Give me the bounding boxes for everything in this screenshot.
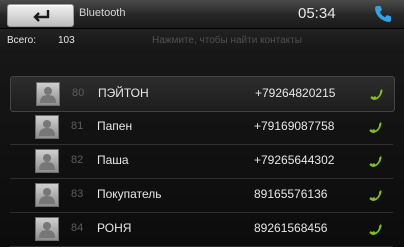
contact-index: 82 (71, 154, 84, 166)
person-icon (39, 120, 55, 136)
total-label: Всего: (7, 35, 36, 46)
contact-number: 89261568456 (254, 221, 328, 235)
contact-number: 89165576136 (254, 187, 328, 201)
call-icon[interactable] (367, 152, 383, 168)
call-icon[interactable] (368, 85, 384, 101)
phone-icon[interactable] (373, 4, 393, 24)
contact-index: 80 (72, 87, 85, 99)
contact-name: ПЭЙТОН (98, 86, 149, 100)
person-icon (40, 87, 56, 103)
clock-time: 05:34 (298, 5, 336, 22)
contacts-summary-bar: Всего: 103 Нажмите, чтобы найти контакты (0, 29, 404, 53)
contact-number: +79265644302 (254, 153, 335, 167)
contact-index: 81 (71, 120, 84, 132)
avatar (35, 115, 59, 139)
contact-row[interactable]: 82 Паша +79265644302 (10, 144, 393, 179)
avatar (36, 82, 60, 106)
contact-name: Паша (97, 153, 129, 167)
back-arrow-icon (33, 8, 50, 22)
bluetooth-contacts-screen: Bluetooth 05:34 Всего: 103 Нажмите, чтоб… (0, 0, 404, 247)
header-bar: Bluetooth 05:34 (0, 0, 404, 29)
contact-name: Покупатель (97, 187, 162, 201)
contact-number: +79264820215 (255, 86, 336, 100)
call-icon[interactable] (367, 118, 383, 134)
back-button[interactable] (7, 4, 74, 27)
person-icon (39, 154, 55, 170)
avatar (35, 183, 59, 207)
call-icon[interactable] (367, 186, 383, 202)
contact-index: 84 (71, 222, 84, 234)
call-icon[interactable] (367, 220, 383, 236)
contact-row[interactable]: 80 ПЭЙТОН +79264820215 (10, 76, 395, 112)
person-icon (39, 222, 55, 238)
avatar (35, 217, 59, 241)
contact-number: +79169087758 (254, 119, 335, 133)
contact-row[interactable]: 83 Покупатель 89165576136 (10, 178, 393, 213)
header-title: Bluetooth (79, 7, 126, 19)
contact-row[interactable]: 84 РОНЯ 89261568456 (10, 212, 393, 247)
contact-name: Папен (97, 119, 133, 133)
contact-row[interactable]: 81 Папен +79169087758 (10, 110, 393, 145)
avatar (35, 149, 59, 173)
search-hint[interactable]: Нажмите, чтобы найти контакты (152, 35, 302, 46)
person-icon (39, 188, 55, 204)
total-count: 103 (58, 35, 75, 46)
contact-index: 83 (71, 188, 84, 200)
contact-name: РОНЯ (97, 221, 132, 235)
